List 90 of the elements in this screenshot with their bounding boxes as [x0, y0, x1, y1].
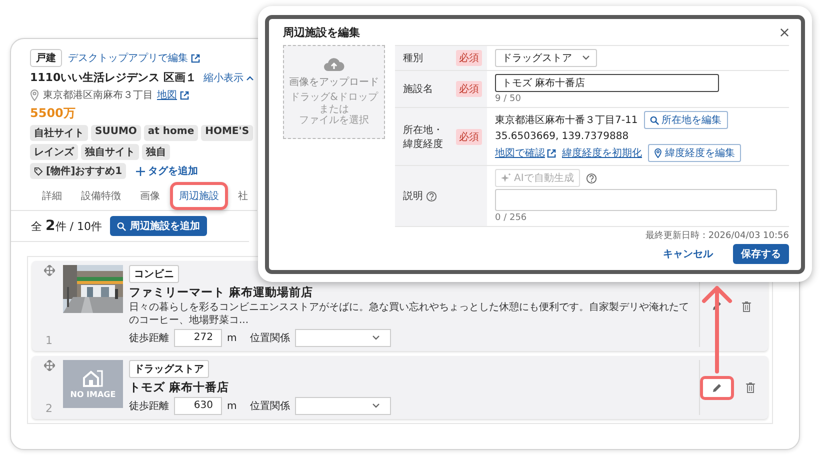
move-handle-icon[interactable]	[44, 265, 54, 276]
portal-chip: 独自	[142, 144, 170, 160]
last-updated-text: 最終更新日時：2026/04/03 10:56	[644, 230, 789, 242]
character-counter: 0 / 256	[495, 213, 527, 223]
location-address: 東京都港区麻布十番３丁目7-11	[495, 114, 638, 127]
tag-label: [物件]おすすめ1	[46, 164, 122, 178]
required-badge: 必須	[456, 81, 482, 97]
location-pin-icon	[30, 89, 39, 101]
field-label: 種別	[403, 52, 423, 65]
edit-address-button[interactable]: 所在地を編集	[644, 111, 728, 129]
search-icon	[650, 116, 659, 124]
unit-label: m	[227, 332, 237, 344]
search-icon	[116, 222, 126, 230]
address-text: 東京都港区南麻布３丁目	[43, 88, 153, 102]
position-select[interactable]	[294, 329, 391, 347]
collapse-link[interactable]: 縮小表示	[203, 70, 254, 84]
walk-distance-label: 徒歩距離	[129, 332, 169, 345]
position-label: 位置関係	[250, 332, 290, 345]
price-text: 5500万	[30, 105, 76, 122]
trash-icon	[742, 300, 750, 312]
character-counter: 9 / 50	[495, 94, 521, 104]
field-label: 施設名	[403, 82, 433, 96]
category-label: コンビニ	[129, 265, 179, 283]
facility-name: ファミリーマート 麻布運動場前店	[129, 285, 314, 300]
no-image-text: NO IMAGE	[70, 390, 116, 399]
portal-chip: HOME'S	[201, 125, 254, 141]
result-count: 全 2件 / 10件	[31, 218, 102, 234]
portal-chip: at home	[144, 125, 198, 141]
external-link-icon	[547, 148, 556, 158]
tab[interactable]: 設備特徴	[72, 182, 130, 210]
dialog-title: 周辺施設を編集	[283, 25, 360, 40]
plus-icon	[136, 166, 146, 176]
add-tag-link[interactable]: タグを追加	[136, 164, 198, 178]
field-label: 説明	[403, 190, 423, 203]
portal-chip: レインズ	[30, 144, 78, 160]
trash-icon	[746, 382, 754, 393]
external-link-icon	[180, 90, 189, 100]
walk-distance-field[interactable]: 272	[174, 329, 222, 347]
tab[interactable]: 周辺施設	[170, 182, 228, 210]
save-button[interactable]: 保存する	[733, 244, 789, 264]
walk-distance-label: 徒歩距離	[129, 400, 169, 413]
portal-chip: 独自サイト	[81, 144, 139, 160]
tab[interactable]: 画像	[131, 182, 169, 210]
portal-chip: SUUMO	[91, 125, 141, 141]
cancel-button[interactable]: キャンセル	[657, 246, 719, 262]
field-label: 所在地・ 緯度経度	[403, 124, 443, 150]
pencil-icon	[712, 382, 722, 392]
category-select[interactable]: ドラッグストア	[495, 49, 597, 67]
map-link[interactable]: 地図	[157, 88, 189, 102]
row-number: 1	[46, 334, 52, 347]
position-label: 位置関係	[250, 400, 290, 413]
add-facility-button[interactable]: 周辺施設を追加	[110, 216, 207, 236]
chevron-down-icon	[372, 403, 380, 409]
facility-name: トモズ 麻布十番店	[129, 380, 230, 395]
facility-name-field[interactable]: トモズ 麻布十番店	[495, 74, 719, 92]
tag-icon	[34, 166, 43, 176]
external-link-icon	[191, 54, 200, 62]
walk-distance-field[interactable]: 630	[174, 397, 222, 415]
chevron-down-icon	[582, 55, 590, 61]
help-icon	[586, 172, 597, 184]
facility-description: 日々の暮らしを彩るコンビニエンスストアがそばに。急な買い忘れやちょっとした休憩にも便利です。自家製デリや淹れたてのコーヒー、地場野菜コ...	[129, 302, 690, 327]
tab[interactable]: 社	[229, 182, 257, 210]
property-title: 1110いい生活レジデンス 区画１	[30, 70, 196, 85]
upload-hint: ドラッグ&ドロップ または ファイルを選択	[290, 92, 378, 127]
cloud-upload-icon	[323, 57, 345, 72]
upload-title: 画像をアップロード	[289, 76, 379, 90]
property-type-badge: 戸建	[30, 49, 62, 67]
coordinates-text: 35.6503669, 139.7379888	[495, 131, 629, 142]
edit-coordinates-button[interactable]: 緯度経度を編集	[648, 144, 741, 162]
reset-coordinates-link[interactable]: 緯度経度を初期化	[562, 146, 642, 160]
tab[interactable]: 詳細	[33, 182, 71, 210]
category-label: ドラッグストア	[129, 360, 209, 378]
edit-button[interactable]	[700, 376, 734, 400]
row-number: 2	[46, 402, 52, 415]
sparkle-icon	[501, 173, 511, 183]
close-icon[interactable]	[780, 28, 789, 37]
edit-in-desktop-app-link[interactable]: デスクトップアプリで編集	[68, 51, 200, 65]
chevron-up-icon	[246, 74, 254, 80]
move-handle-icon[interactable]	[44, 360, 54, 371]
position-select[interactable]	[294, 397, 391, 415]
house-icon	[82, 369, 104, 387]
required-badge: 必須	[456, 50, 482, 66]
chevron-down-icon	[372, 335, 380, 341]
unit-label: m	[227, 400, 237, 412]
check-on-map-link[interactable]: 地図で確認	[495, 146, 556, 160]
help-icon	[426, 190, 437, 202]
portal-chip: 自社サイト	[30, 125, 88, 141]
location-pin-icon	[654, 148, 662, 158]
description-field[interactable]	[495, 189, 777, 211]
required-badge: 必須	[456, 128, 482, 144]
